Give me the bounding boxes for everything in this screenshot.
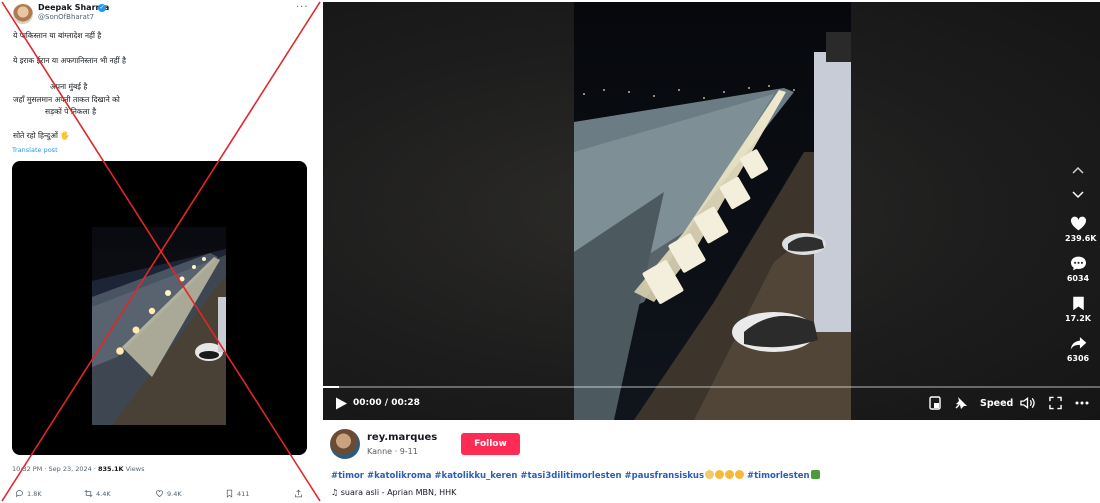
tweet-panel: Deepak Sharma ✓ @SonOfBharat7 ··· ये पाक… (0, 0, 321, 503)
bookmark-icon (1072, 296, 1084, 311)
tweet-meta: 10:32 PM · Sep 23, 2024 · 835.1K Views (12, 465, 145, 473)
tweet-text-line-6: सोते रहो हिन्दुओं 🖐 (13, 131, 70, 140)
speed-button[interactable]: Speed (980, 398, 1013, 409)
post-hashtags: #timor #katolikroma #katolikku_keren #ta… (331, 470, 820, 481)
bookmark-icon (226, 489, 233, 498)
repost-icon (84, 489, 93, 498)
user-handle[interactable]: @SonOfBharat7 (38, 13, 94, 21)
tweet-text-line-4: जहाँ मुसलमान अपनी ताकत दिखाने को (13, 95, 120, 104)
chevron-up-icon (1072, 166, 1084, 174)
tweet-text-line-1: ये पाकिस्तान या बांग्लादेश नहीं है (13, 31, 102, 40)
views-label: Views (123, 465, 145, 473)
playback-time: 00:00 / 00:28 (353, 398, 420, 408)
screenshot-root: Deepak Sharma ✓ @SonOfBharat7 ··· ये पाक… (0, 0, 1100, 503)
tweet-text-line-2: ये इराक ईरान या अफगानिस्तान भी नहीं है (13, 56, 127, 65)
next-video-button[interactable] (1065, 191, 1091, 199)
progress-bar[interactable] (323, 386, 1100, 388)
bookmark-count: 411 (237, 489, 250, 498)
tweet-text-line-5: सड़कों पे निकला है (45, 107, 97, 116)
share-button[interactable] (294, 489, 303, 498)
smiling-face-emoji-icon (725, 470, 735, 479)
praying-hands-emoji-icon (705, 470, 715, 479)
tweet-timestamp[interactable]: 10:32 PM · Sep 23, 2024 · (12, 465, 98, 473)
save-count: 17.2K (1065, 314, 1091, 323)
comment-icon (1070, 256, 1086, 271)
volume-icon[interactable] (1020, 396, 1035, 410)
progress-fill (323, 386, 339, 388)
smiling-face-emoji-icon (735, 470, 745, 479)
crowd-scene-image (574, 2, 851, 420)
pin-icon[interactable] (954, 396, 968, 410)
hashtag-timorlesten[interactable]: #timorlesten (744, 471, 810, 481)
heart-icon (1070, 216, 1086, 231)
tweet-actions-bar: 1.8K 4.4K 9.4K 411 (12, 489, 312, 501)
play-icon[interactable] (335, 397, 347, 410)
share-button[interactable]: 6306 (1065, 336, 1091, 363)
crowd-scene-image (92, 227, 226, 425)
comment-button[interactable]: 6034 (1065, 256, 1091, 283)
repost-button[interactable]: 4.4K (84, 489, 111, 498)
author-subline: Kanne · 9-11 (367, 447, 418, 456)
save-button[interactable]: 17.2K (1065, 296, 1091, 323)
more-options-icon[interactable]: ··· (296, 2, 309, 13)
comment-count: 6034 (1066, 274, 1090, 283)
video-player[interactable]: 239.6K 6034 17.2K 6306 00:00 / 00:28 Spe… (323, 2, 1100, 420)
like-button[interactable]: 9.4K (155, 489, 182, 498)
like-count: 9.4K (167, 489, 182, 498)
translate-post-link[interactable]: Translate post (12, 146, 58, 154)
author-username[interactable]: rey.marques (367, 432, 437, 443)
music-info[interactable]: ♫ suara asli - Aprian MBN, HHK (331, 488, 456, 497)
tweet-text-line-3: अपना मुंबई है (50, 82, 88, 91)
like-button[interactable]: 239.6K (1065, 216, 1097, 243)
follow-button[interactable]: Follow (461, 433, 520, 455)
reply-count: 1.8K (27, 489, 42, 498)
like-count: 239.6K (1065, 234, 1097, 243)
video-frame[interactable] (574, 2, 851, 420)
reply-icon (15, 490, 23, 498)
previous-video-button[interactable] (1065, 166, 1091, 174)
author-avatar[interactable] (330, 429, 360, 459)
verified-badge-icon: ✓ (98, 4, 106, 12)
view-count: 835.1K (98, 465, 124, 473)
picture-in-picture-icon[interactable] (929, 396, 941, 410)
chevron-down-icon (1072, 191, 1084, 199)
tweet-video-frame (92, 227, 226, 425)
hashtag-list[interactable]: #timor #katolikroma #katolikku_keren #ta… (331, 471, 704, 481)
flag-emoji-icon (810, 470, 820, 479)
heart-icon (156, 490, 163, 497)
smiling-face-emoji-icon (715, 470, 725, 479)
more-options-icon[interactable] (1075, 396, 1089, 410)
share-count: 6306 (1066, 354, 1090, 363)
share-arrow-icon (1070, 337, 1086, 350)
reply-button[interactable]: 1.8K (15, 489, 42, 498)
repost-count: 4.4K (96, 489, 111, 498)
avatar[interactable] (13, 4, 33, 24)
fullscreen-icon[interactable] (1049, 396, 1062, 410)
bookmark-button[interactable]: 411 (225, 489, 249, 498)
tweet-video[interactable] (12, 161, 307, 455)
share-icon (295, 489, 302, 498)
